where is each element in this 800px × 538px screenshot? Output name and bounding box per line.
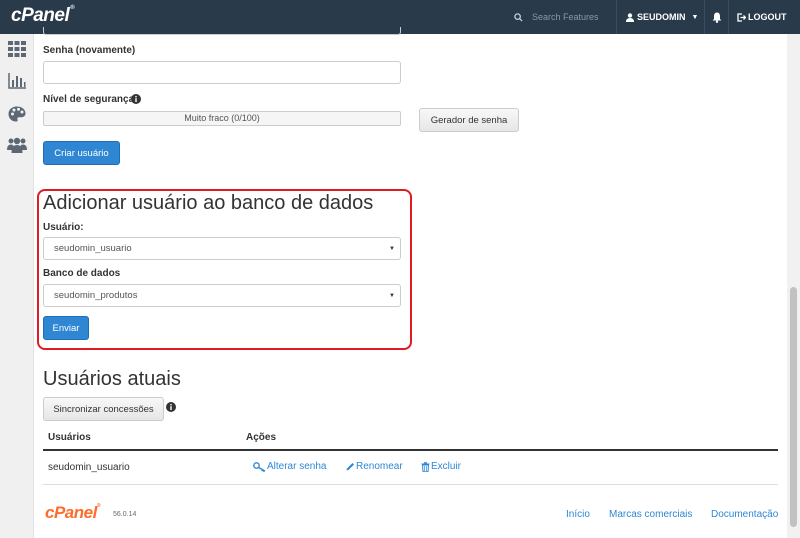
password-strength-meter: Muito fraco (0/100) (43, 111, 401, 126)
palette-icon (8, 106, 26, 122)
create-user-label: Criar usuário (54, 147, 109, 159)
pencil-icon (346, 463, 354, 471)
scrollbar-thumb[interactable] (790, 287, 797, 527)
footer-cpanel-logo: cPanel® (45, 503, 101, 523)
sync-grants-label: Sincronizar concessões (53, 403, 154, 415)
submit-label: Enviar (52, 322, 80, 334)
footer-logo-text: cPanel (45, 503, 97, 522)
user-select-value: seudomin_usuario (54, 243, 132, 254)
key-icon (253, 461, 266, 472)
grid-icon (8, 41, 26, 57)
trademark-symbol: ® (70, 5, 75, 11)
user-menu-button[interactable]: SEUDOMIN ▼ (616, 0, 705, 34)
sidebar-item-stats[interactable] (6, 70, 28, 92)
user-icon (626, 12, 634, 22)
sidebar-item-users[interactable] (6, 134, 28, 156)
search-features[interactable]: Search Features (504, 0, 608, 34)
footer-link-trademarks[interactable]: Marcas comerciais (609, 509, 692, 520)
logo-text: cPanel (11, 5, 70, 26)
trademark-symbol: ® (96, 503, 101, 509)
cpanel-logo[interactable]: cPanel® (11, 5, 75, 27)
password-again-input[interactable] (43, 61, 401, 84)
add-user-to-db-title: Adicionar usuário ao banco de dados (43, 192, 374, 214)
info-icon[interactable] (166, 402, 176, 412)
column-header-actions: Ações (246, 432, 277, 443)
stats-chart-icon (8, 73, 26, 89)
strength-text: Muito fraco (0/100) (184, 113, 260, 123)
caret-down-icon: ▼ (691, 13, 699, 21)
password-generator-button[interactable]: Gerador de senha (419, 108, 519, 132)
username-label: SEUDOMIN (637, 12, 686, 22)
version-label: 56.0.14 (113, 511, 137, 518)
column-header-users[interactable]: Usuários (48, 432, 91, 443)
select-arrow-icon: ▼ (389, 292, 395, 299)
user-select-label: Usuário: (43, 222, 84, 233)
users-icon (7, 137, 27, 153)
password-generator-label: Gerador de senha (430, 114, 508, 126)
database-select-label: Banco de dados (43, 268, 121, 279)
footer-link-home[interactable]: Início (566, 509, 590, 520)
sidebar-item-themes[interactable] (6, 103, 28, 125)
database-select-value: seudomin_produtos (54, 290, 138, 301)
logout-button[interactable]: LOGOUT (728, 0, 800, 34)
logout-label: LOGOUT (748, 12, 787, 22)
submit-button[interactable]: Enviar (43, 316, 89, 340)
previous-field-edge (43, 27, 401, 35)
security-level-label: Nível de segurança (43, 94, 134, 105)
select-arrow-icon: ▼ (389, 245, 395, 252)
user-select[interactable]: seudomin_usuario ▼ (43, 237, 401, 260)
delete-link[interactable]: Excluir (421, 461, 461, 472)
info-icon[interactable] (131, 94, 141, 104)
security-level-text: Nível de segurança (43, 94, 135, 105)
current-users-title: Usuários atuais (43, 368, 181, 390)
table-cell-user: seudomin_usuario (48, 462, 130, 473)
table-bottom-rule (43, 484, 778, 485)
logout-icon (737, 12, 746, 22)
change-password-link[interactable]: Alterar senha (253, 461, 326, 472)
table-header-rule (43, 449, 778, 451)
search-input[interactable]: Search Features (532, 12, 599, 22)
search-icon (514, 12, 523, 22)
database-select[interactable]: seudomin_produtos ▼ (43, 284, 401, 307)
sync-grants-button[interactable]: Sincronizar concessões (43, 397, 164, 421)
change-password-label: Alterar senha (267, 461, 327, 472)
password-again-label: Senha (novamente) (43, 45, 136, 56)
bell-icon (712, 12, 722, 23)
rename-link[interactable]: Renomear (346, 461, 403, 472)
sidebar (0, 34, 34, 538)
sidebar-item-home[interactable] (6, 38, 28, 60)
rename-label: Renomear (356, 461, 403, 472)
footer-link-documentation[interactable]: Documentação (711, 509, 778, 520)
trash-icon (421, 461, 430, 472)
notifications-button[interactable] (704, 0, 729, 34)
delete-label: Excluir (431, 461, 462, 472)
create-user-button[interactable]: Criar usuário (43, 141, 120, 165)
